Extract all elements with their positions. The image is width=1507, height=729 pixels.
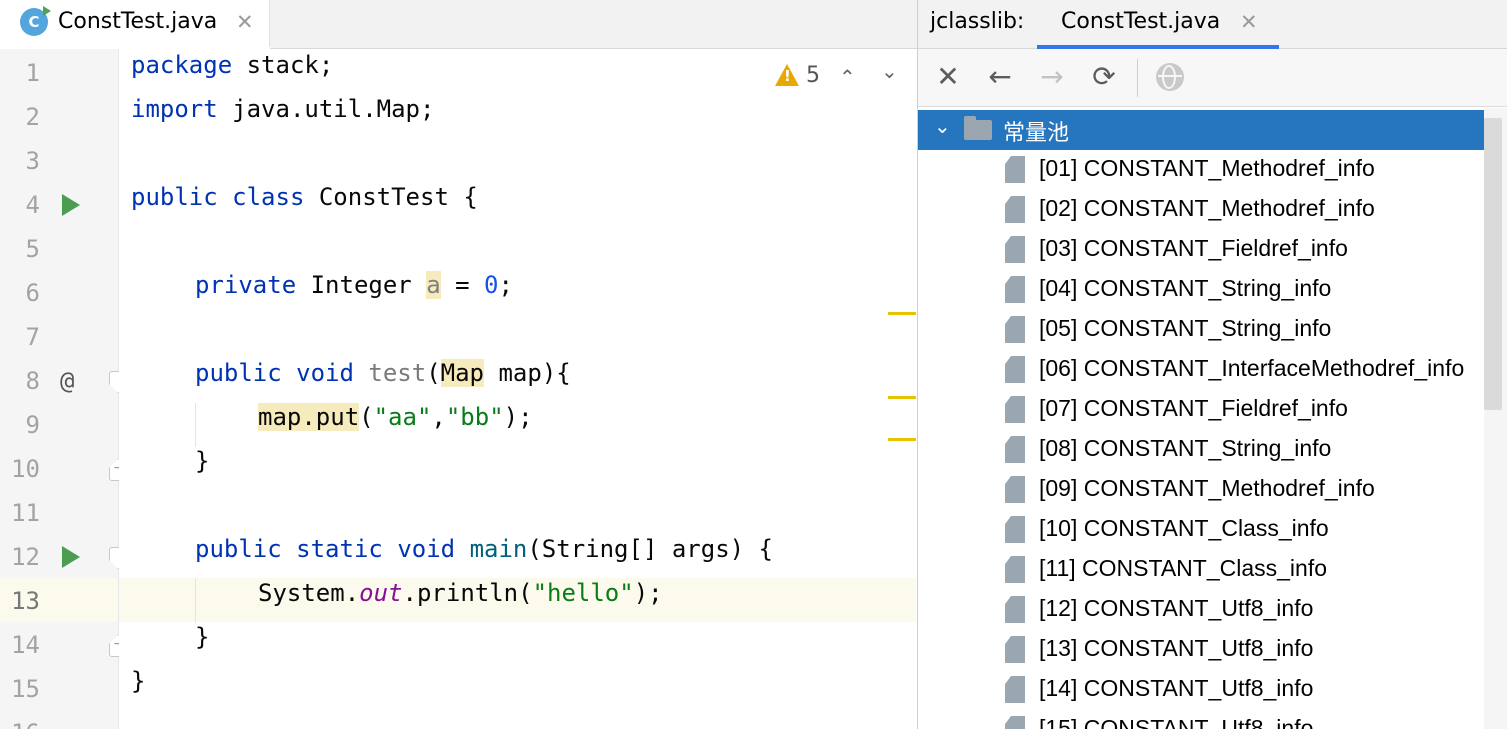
tree-item[interactable]: [05] CONSTANT_String_info <box>918 310 1484 350</box>
warning-stripe-marker[interactable] <box>888 312 916 315</box>
toolbar-separator <box>1137 59 1138 97</box>
tree-item[interactable]: [15] CONSTANT_Utf8_info <box>918 710 1484 729</box>
warning-count: 5 <box>806 63 820 88</box>
code-line-10: } <box>195 447 210 475</box>
run-main-icon[interactable] <box>62 546 80 568</box>
file-icon <box>1005 316 1025 343</box>
file-icon <box>1005 516 1025 543</box>
file-icon <box>1005 156 1025 183</box>
line-number: 11 <box>11 499 40 527</box>
code-line-8: public void test(Map map){ <box>195 359 571 387</box>
close-icon[interactable]: ✕ <box>1240 9 1258 35</box>
line-number: 1 <box>25 59 40 87</box>
file-icon <box>1005 196 1025 223</box>
jclasslib-tab-consttest[interactable]: ConstTest.java ✕ <box>1037 0 1279 50</box>
tree-item[interactable]: [07] CONSTANT_Fieldref_info <box>918 390 1484 430</box>
code-line-15: } <box>131 667 146 695</box>
tree-item[interactable]: [12] CONSTANT_Utf8_info <box>918 590 1484 630</box>
line-number: 10 <box>11 455 40 483</box>
warning-stripe-marker[interactable] <box>888 438 916 441</box>
editor-tab-bar: C ConstTest.java ✕ <box>0 0 917 50</box>
line-number: 13 <box>11 587 40 615</box>
file-icon <box>1005 596 1025 623</box>
line-number: 5 <box>25 235 40 263</box>
chevron-down-icon[interactable]: ⌄ <box>881 59 898 83</box>
tree-item[interactable]: [14] CONSTANT_Utf8_info <box>918 670 1484 710</box>
tree-item[interactable]: [01] CONSTANT_Methodref_info <box>918 150 1484 190</box>
file-icon <box>1005 556 1025 583</box>
line-number: 7 <box>25 323 40 351</box>
code-line-6: private Integer a = 0; <box>195 271 513 299</box>
line-number: 4 <box>25 191 40 219</box>
chevron-up-icon[interactable]: ⌃ <box>839 65 856 89</box>
file-icon <box>1005 356 1025 383</box>
tree-node-label: 常量池 <box>1003 121 1070 146</box>
file-icon <box>1005 396 1025 423</box>
file-icon <box>1005 676 1025 703</box>
code-line-14: } <box>195 623 210 651</box>
refresh-icon[interactable]: ⟳ <box>1088 61 1120 93</box>
java-class-icon: C <box>20 6 51 36</box>
line-number: 6 <box>25 279 40 307</box>
jclasslib-title: jclasslib: <box>930 9 1025 34</box>
line-number: 14 <box>11 631 40 659</box>
editor-tab-label: ConstTest.java <box>58 9 218 34</box>
code-line-2: import java.util.Map; <box>131 95 435 123</box>
jclasslib-tab-label: ConstTest.java <box>1061 9 1221 34</box>
code-line-12: public static void main(String[] args) { <box>195 535 773 563</box>
line-number: 8 <box>25 367 40 395</box>
close-icon[interactable]: ✕ <box>236 9 254 35</box>
file-icon <box>1005 476 1025 503</box>
run-class-icon[interactable] <box>62 194 80 216</box>
tree-item[interactable]: [10] CONSTANT_Class_info <box>918 510 1484 550</box>
tree-item[interactable]: [08] CONSTANT_String_info <box>918 430 1484 470</box>
code-text-area[interactable]: package stack; import java.util.Map; pub… <box>119 49 917 729</box>
jclasslib-panel: jclasslib: ConstTest.java ✕ ✕ ← → ⟳ ⌄ 常量… <box>917 0 1507 729</box>
tree-item[interactable]: [11] CONSTANT_Class_info <box>918 550 1484 590</box>
line-number: 3 <box>25 147 40 175</box>
tree-item[interactable]: [04] CONSTANT_String_info <box>918 270 1484 310</box>
code-line-9: map.put("aa","bb"); <box>258 403 533 431</box>
line-number: 15 <box>11 675 40 703</box>
line-number: 9 <box>25 411 40 439</box>
vertical-scrollbar-thumb[interactable] <box>1484 118 1502 410</box>
tree-item[interactable]: [03] CONSTANT_Fieldref_info <box>918 230 1484 270</box>
file-icon <box>1005 436 1025 463</box>
jclasslib-toolbar: ✕ ← → ⟳ <box>918 49 1507 107</box>
annotation-at-icon[interactable]: @ <box>60 359 74 403</box>
line-number: 12 <box>11 543 40 571</box>
forward-arrow-icon[interactable]: → <box>1036 61 1068 93</box>
tree-node-constant-pool[interactable]: ⌄ 常量池 <box>918 110 1484 150</box>
tree-item[interactable]: [02] CONSTANT_Methodref_info <box>918 190 1484 230</box>
tree-item[interactable]: [13] CONSTANT_Utf8_info <box>918 630 1484 670</box>
constant-pool-tree[interactable]: ⌄ 常量池 [01] CONSTANT_Methodref_info [02] … <box>918 108 1484 729</box>
back-arrow-icon[interactable]: ← <box>984 61 1016 93</box>
jclasslib-tab-bar: jclasslib: ConstTest.java ✕ <box>918 0 1507 50</box>
file-icon <box>1005 276 1025 303</box>
tree-item[interactable]: [06] CONSTANT_InterfaceMethodref_info <box>918 350 1484 390</box>
editor-gutter[interactable]: 1 2 3 4 5 6 7 8 9 10 11 12 13 14 15 16 @ <box>0 49 127 729</box>
close-icon[interactable]: ✕ <box>932 61 964 93</box>
editor-tab-consttest[interactable]: C ConstTest.java ✕ <box>0 0 270 50</box>
code-editor[interactable]: C ConstTest.java ✕ 1 2 3 4 5 6 7 8 9 10 … <box>0 0 917 729</box>
code-line-1: package stack; <box>131 51 334 79</box>
code-line-13: System.out.println("hello"); <box>258 579 663 607</box>
folder-icon <box>964 116 992 140</box>
chevron-down-icon[interactable]: ⌄ <box>934 114 951 138</box>
globe-icon[interactable] <box>1156 63 1184 91</box>
line-number: 2 <box>25 103 40 131</box>
line-number: 16 <box>0 711 40 729</box>
tree-item[interactable]: [09] CONSTANT_Methodref_info <box>918 470 1484 510</box>
file-icon <box>1005 636 1025 663</box>
file-icon <box>1005 716 1025 729</box>
code-line-4: public class ConstTest { <box>131 183 478 211</box>
warning-stripe-marker[interactable] <box>888 396 916 399</box>
file-icon <box>1005 236 1025 263</box>
